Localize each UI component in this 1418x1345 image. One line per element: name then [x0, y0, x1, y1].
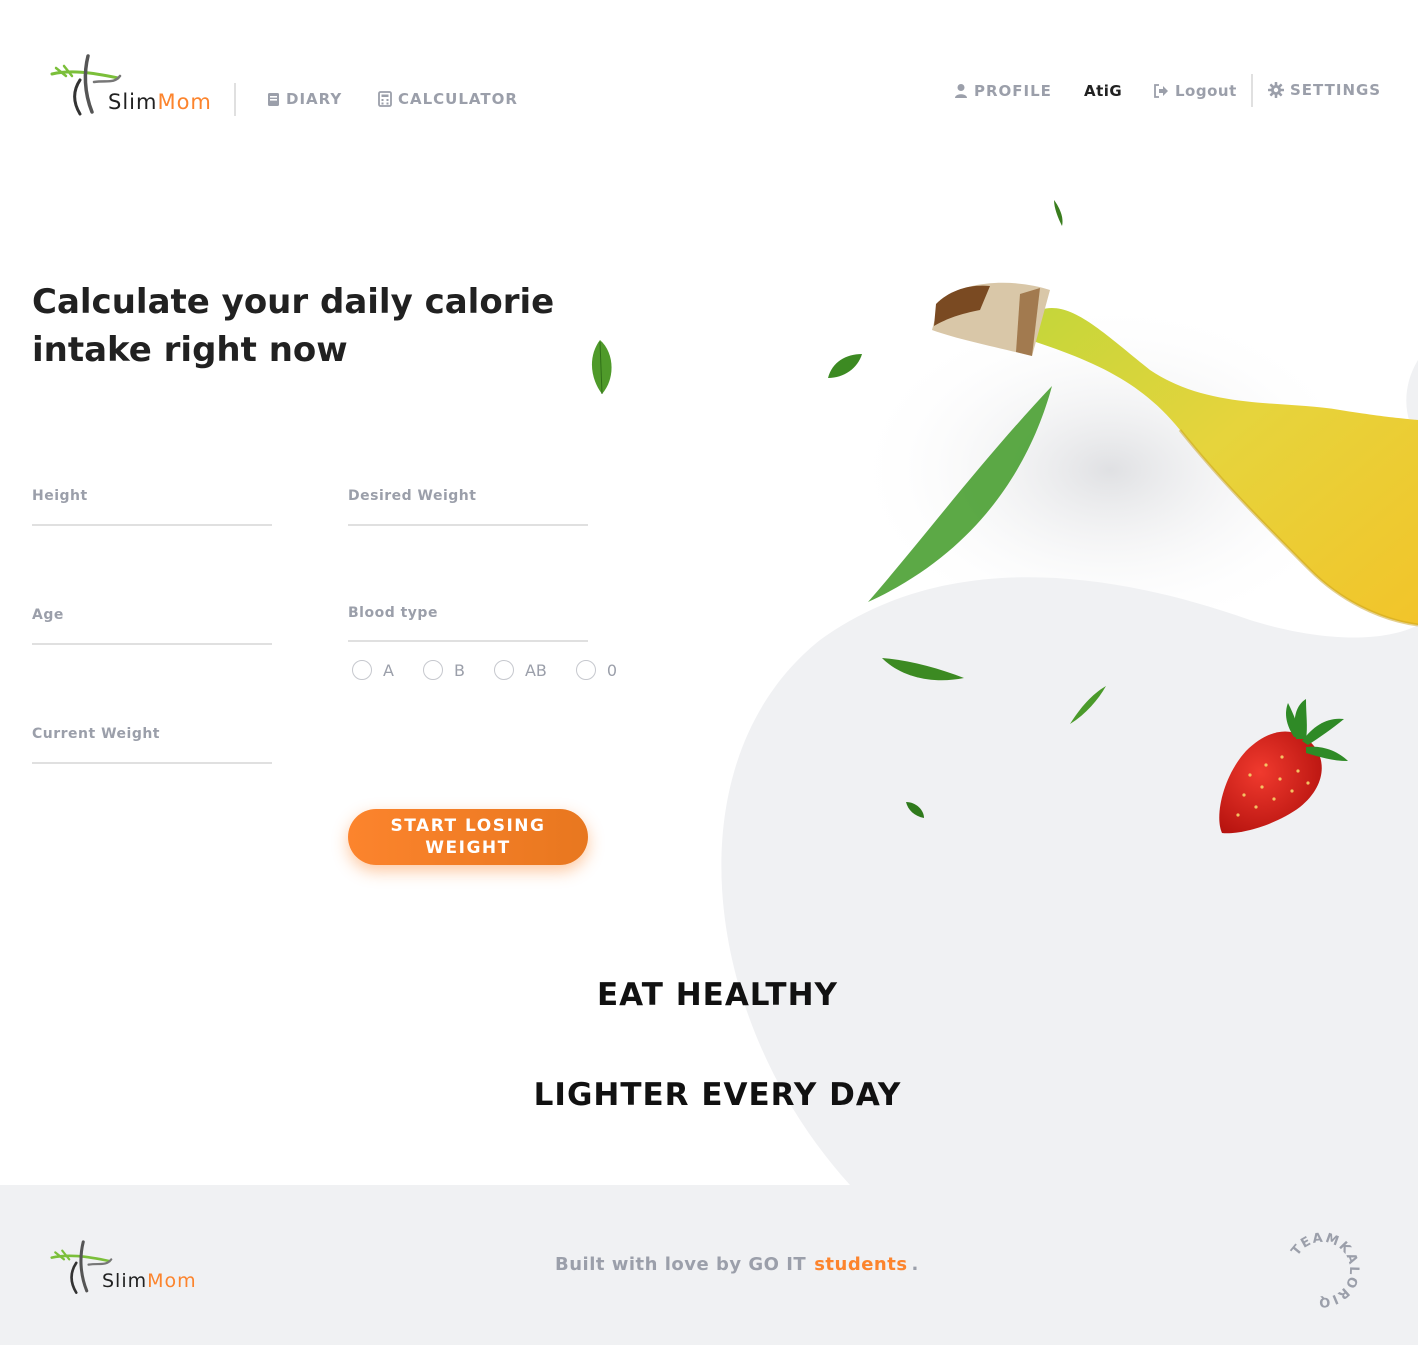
- book-icon: [268, 92, 279, 106]
- current-weight-input[interactable]: [32, 742, 272, 760]
- blood-type-radio-b[interactable]: B: [422, 660, 465, 680]
- nav-diary-label: DIARY: [286, 90, 343, 108]
- footer-credits-dot: .: [911, 1254, 919, 1275]
- calculator-icon: [378, 91, 392, 107]
- logout-label: Logout: [1175, 82, 1237, 100]
- sign-out-icon: [1154, 84, 1168, 98]
- slogan-lighter-every-day: LIGHTER EVERY DAY: [533, 1077, 902, 1113]
- radio-circle[interactable]: [352, 660, 372, 680]
- blood-type-radio-ab[interactable]: AB: [493, 660, 547, 680]
- user-icon: [955, 84, 967, 98]
- nav-settings-link[interactable]: SETTINGS: [1268, 81, 1381, 99]
- nav-calculator-label: CALCULATOR: [398, 90, 518, 108]
- logo[interactable]: SlimMom: [50, 52, 225, 122]
- blood-type-radio-group: A B AB 0: [352, 660, 646, 680]
- height-label: Height: [32, 488, 88, 504]
- radio-circle[interactable]: [493, 660, 514, 680]
- nav-divider: [1251, 74, 1253, 107]
- height-input[interactable]: [32, 504, 272, 522]
- leaf-icon: [1054, 200, 1063, 226]
- nav-profile-label: PROFILE: [974, 82, 1052, 100]
- radio-label: 0: [606, 660, 618, 680]
- age-label: Age: [32, 607, 64, 623]
- nav-profile-link[interactable]: PROFILE: [954, 82, 1052, 100]
- footer-credits-text: Built with love by GO IT: [555, 1254, 807, 1275]
- gear-icon: [1268, 82, 1284, 98]
- logout-button[interactable]: Logout: [1153, 82, 1237, 100]
- leaf-icon: [1070, 686, 1106, 724]
- radio-label: A: [383, 660, 394, 680]
- logo-text: SlimMom: [108, 90, 212, 114]
- age-field: Age: [32, 607, 272, 645]
- blood-type-radio-a[interactable]: A: [352, 660, 394, 680]
- blood-type-radio-0[interactable]: 0: [575, 660, 618, 680]
- blood-type-field: Blood type: [348, 605, 588, 642]
- radio-circle[interactable]: [575, 660, 596, 680]
- footer-credits: Built with love by GO IT students.: [555, 1254, 919, 1275]
- start-losing-weight-button[interactable]: START LOSING WEIGHT: [348, 809, 588, 865]
- nav-settings-label: SETTINGS: [1290, 81, 1382, 99]
- footer-logo[interactable]: SlimMom: [50, 1238, 205, 1300]
- leaf-icon: [828, 354, 862, 378]
- desired-weight-label: Desired Weight: [348, 488, 477, 504]
- leaf-icon: [882, 658, 964, 681]
- current-weight-field: Current Weight: [32, 726, 272, 764]
- height-field: Height: [32, 488, 272, 526]
- radio-label: B: [453, 660, 465, 680]
- desired-weight-field: Desired Weight: [348, 488, 588, 526]
- desired-weight-input[interactable]: [348, 504, 588, 522]
- nav-calculator-link[interactable]: CALCULATOR: [378, 90, 518, 108]
- radio-circle[interactable]: [422, 660, 443, 680]
- header-divider: [234, 83, 236, 116]
- page-title: Calculate your daily calorie intake righ…: [32, 282, 555, 370]
- nav-diary-link[interactable]: DIARY: [267, 90, 342, 108]
- footer-students-link[interactable]: students: [814, 1254, 907, 1275]
- current-weight-label: Current Weight: [32, 726, 160, 742]
- username: AtiG: [1084, 82, 1123, 100]
- footer-logo-text: SlimMom: [102, 1270, 197, 1292]
- blood-type-label: Blood type: [348, 605, 438, 621]
- strawberry-image: [1219, 699, 1348, 834]
- age-input[interactable]: [32, 623, 272, 641]
- svg-text:TEAMKALORIQ: TEAMKALORIQ: [1289, 1231, 1362, 1310]
- banana-image: [932, 282, 1418, 627]
- radio-label: AB: [524, 660, 547, 680]
- slogan-eat-healthy: EAT HEALTHY: [597, 977, 838, 1013]
- leaf-icon: [906, 802, 924, 818]
- team-kaloriq-logo[interactable]: TEAMKALORIQ: [1280, 1228, 1364, 1312]
